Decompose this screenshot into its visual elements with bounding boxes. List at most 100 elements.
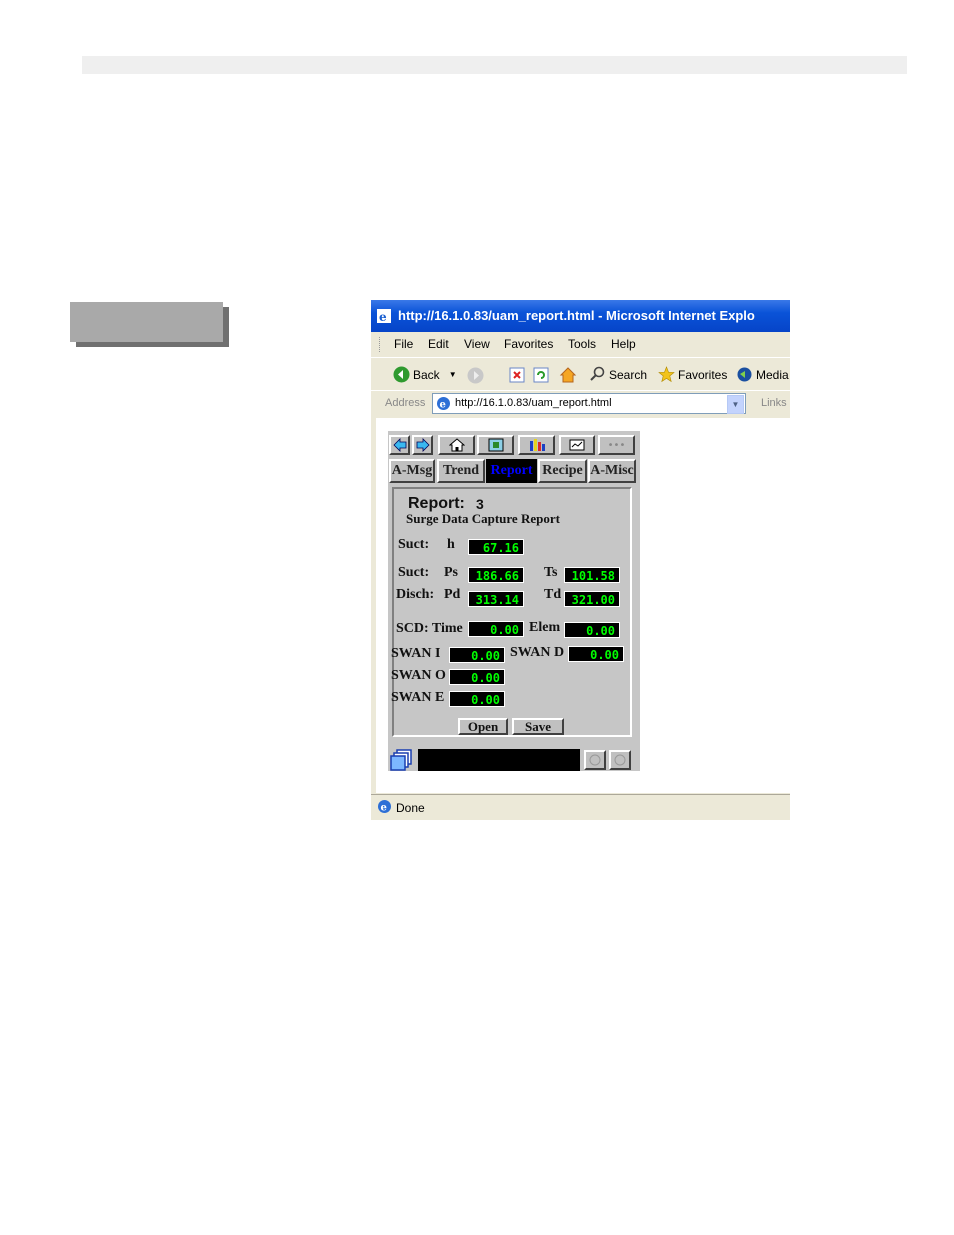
ie-logo-icon: e [377,309,391,323]
chart-button[interactable] [518,435,555,455]
tab-a-msg[interactable]: A-Msg [389,459,435,483]
tab-trend[interactable]: Trend [437,459,485,483]
menu-file[interactable]: File [394,337,413,351]
sensor-button[interactable] [477,435,514,455]
bar-chart-icon [529,439,545,451]
circle-icon [614,754,626,766]
menu-edit[interactable]: Edit [428,337,449,351]
circle-icon [589,754,601,766]
favorites-label: Favorites [678,367,728,382]
media-label: Media [756,367,789,382]
tab-recipe[interactable]: Recipe [538,459,587,483]
page-icon: e [437,397,450,411]
more-button[interactable]: ••• [598,435,635,455]
open-button[interactable]: Open [458,718,508,735]
elem-label: Elem [529,620,561,635]
swan-i-label: SWAN I [391,646,441,661]
links-label[interactable]: Links [761,397,787,409]
disch-label: Disch: [396,587,435,602]
save-button[interactable]: Save [512,718,564,735]
status-bar: e Done [371,794,790,820]
menu-favorites[interactable]: Favorites [504,337,553,351]
back-dropdown-icon[interactable]: ▼ [449,370,457,379]
home-button[interactable] [438,435,475,455]
disch-symbol: Pd [444,587,461,602]
suct-ps-value: 186.66 [468,567,524,583]
dots-icon: ••• [607,439,626,451]
suct-h-label: Suct: [398,537,430,552]
media-button[interactable]: Media [736,366,789,383]
svg-text:e: e [440,400,446,411]
window-title: http://16.1.0.83/uam_report.html - Micro… [398,308,755,323]
standard-toolbar: Back ▼ Search Favorites Media [371,357,790,390]
address-input[interactable]: e http://16.1.0.83/uam_report.html ▼ [432,393,746,414]
swan-e-label: SWAN E [391,690,445,705]
media-icon [737,367,752,382]
svg-text:e: e [379,310,387,323]
menu-view[interactable]: View [464,337,490,351]
swan-o-value: 0.00 [449,669,505,685]
tab-report[interactable]: Report [486,459,537,483]
address-value: http://16.1.0.83/uam_report.html [455,397,612,409]
scd-time-value: 0.00 [468,621,524,637]
td-label: Td [544,587,562,602]
refresh-icon[interactable] [533,367,549,383]
favorites-button[interactable]: Favorites [658,366,727,383]
report-applet: ••• A-Msg Trend Report Recipe A-Misc Rep… [388,431,640,771]
section-marker [70,302,223,342]
ts-label: Ts [544,565,558,580]
back-label: Back [413,367,440,382]
report-panel: Report: 3 Surge Data Capture Report Suct… [391,487,632,737]
menu-tools[interactable]: Tools [568,337,596,351]
report-number: 3 [476,496,484,512]
search-icon [590,366,605,381]
suct-h-value: 67.16 [468,539,524,555]
suct-h-symbol: h [447,537,455,552]
home-icon[interactable] [559,366,577,384]
title-bar: e http://16.1.0.83/uam_report.html - Mic… [371,300,790,332]
status-text: Done [396,801,425,815]
td-value: 321.00 [564,591,620,607]
address-bar: Address e http://16.1.0.83/uam_report.ht… [371,390,790,417]
suct-ps-symbol: Ps [444,565,458,580]
forward-arrow-icon[interactable] [467,367,484,384]
address-dropdown-icon[interactable]: ▼ [727,395,744,414]
search-button[interactable]: Search [589,366,647,383]
page-done-icon: e [378,800,391,814]
back-arrow-icon [393,366,410,383]
menu-help[interactable]: Help [611,337,636,351]
page-content: ••• A-Msg Trend Report Recipe A-Misc Rep… [376,418,790,793]
house-icon [448,438,465,452]
svg-text:e: e [381,803,387,814]
browser-window: e http://16.1.0.83/uam_report.html - Mic… [371,300,790,820]
search-label: Search [609,367,648,382]
tab-bar: A-Msg Trend Report Recipe A-Misc [389,459,637,483]
page-header-rule [82,56,907,74]
scd-time-label: SCD: Time [396,621,463,636]
left-arrow-icon [392,438,406,452]
sensor-icon [488,438,503,452]
applet-footer [388,747,640,771]
right-arrow-icon [416,438,430,452]
monitor-icon [569,439,585,451]
elem-value: 0.00 [564,622,620,638]
swan-d-label: SWAN D [510,645,565,660]
swan-e-value: 0.00 [449,691,505,707]
swan-i-value: 0.00 [449,647,505,663]
ts-value: 101.58 [564,567,620,583]
menu-grip [379,337,382,352]
swan-d-value: 0.00 [568,646,624,662]
back-button[interactable]: Back ▼ [393,366,457,383]
message-bar [418,749,580,771]
menu-bar: File Edit View Favorites Tools Help [371,333,790,355]
display-button[interactable] [559,435,595,455]
scroll-right-button[interactable] [609,750,631,770]
stop-icon[interactable] [509,367,525,383]
tab-a-misc[interactable]: A-Misc [588,459,636,483]
next-button[interactable] [412,435,433,455]
documents-icon[interactable] [390,749,414,771]
address-label: Address [385,397,426,409]
prev-button[interactable] [389,435,410,455]
report-subtitle: Surge Data Capture Report [406,511,560,526]
scroll-left-button[interactable] [584,750,606,770]
